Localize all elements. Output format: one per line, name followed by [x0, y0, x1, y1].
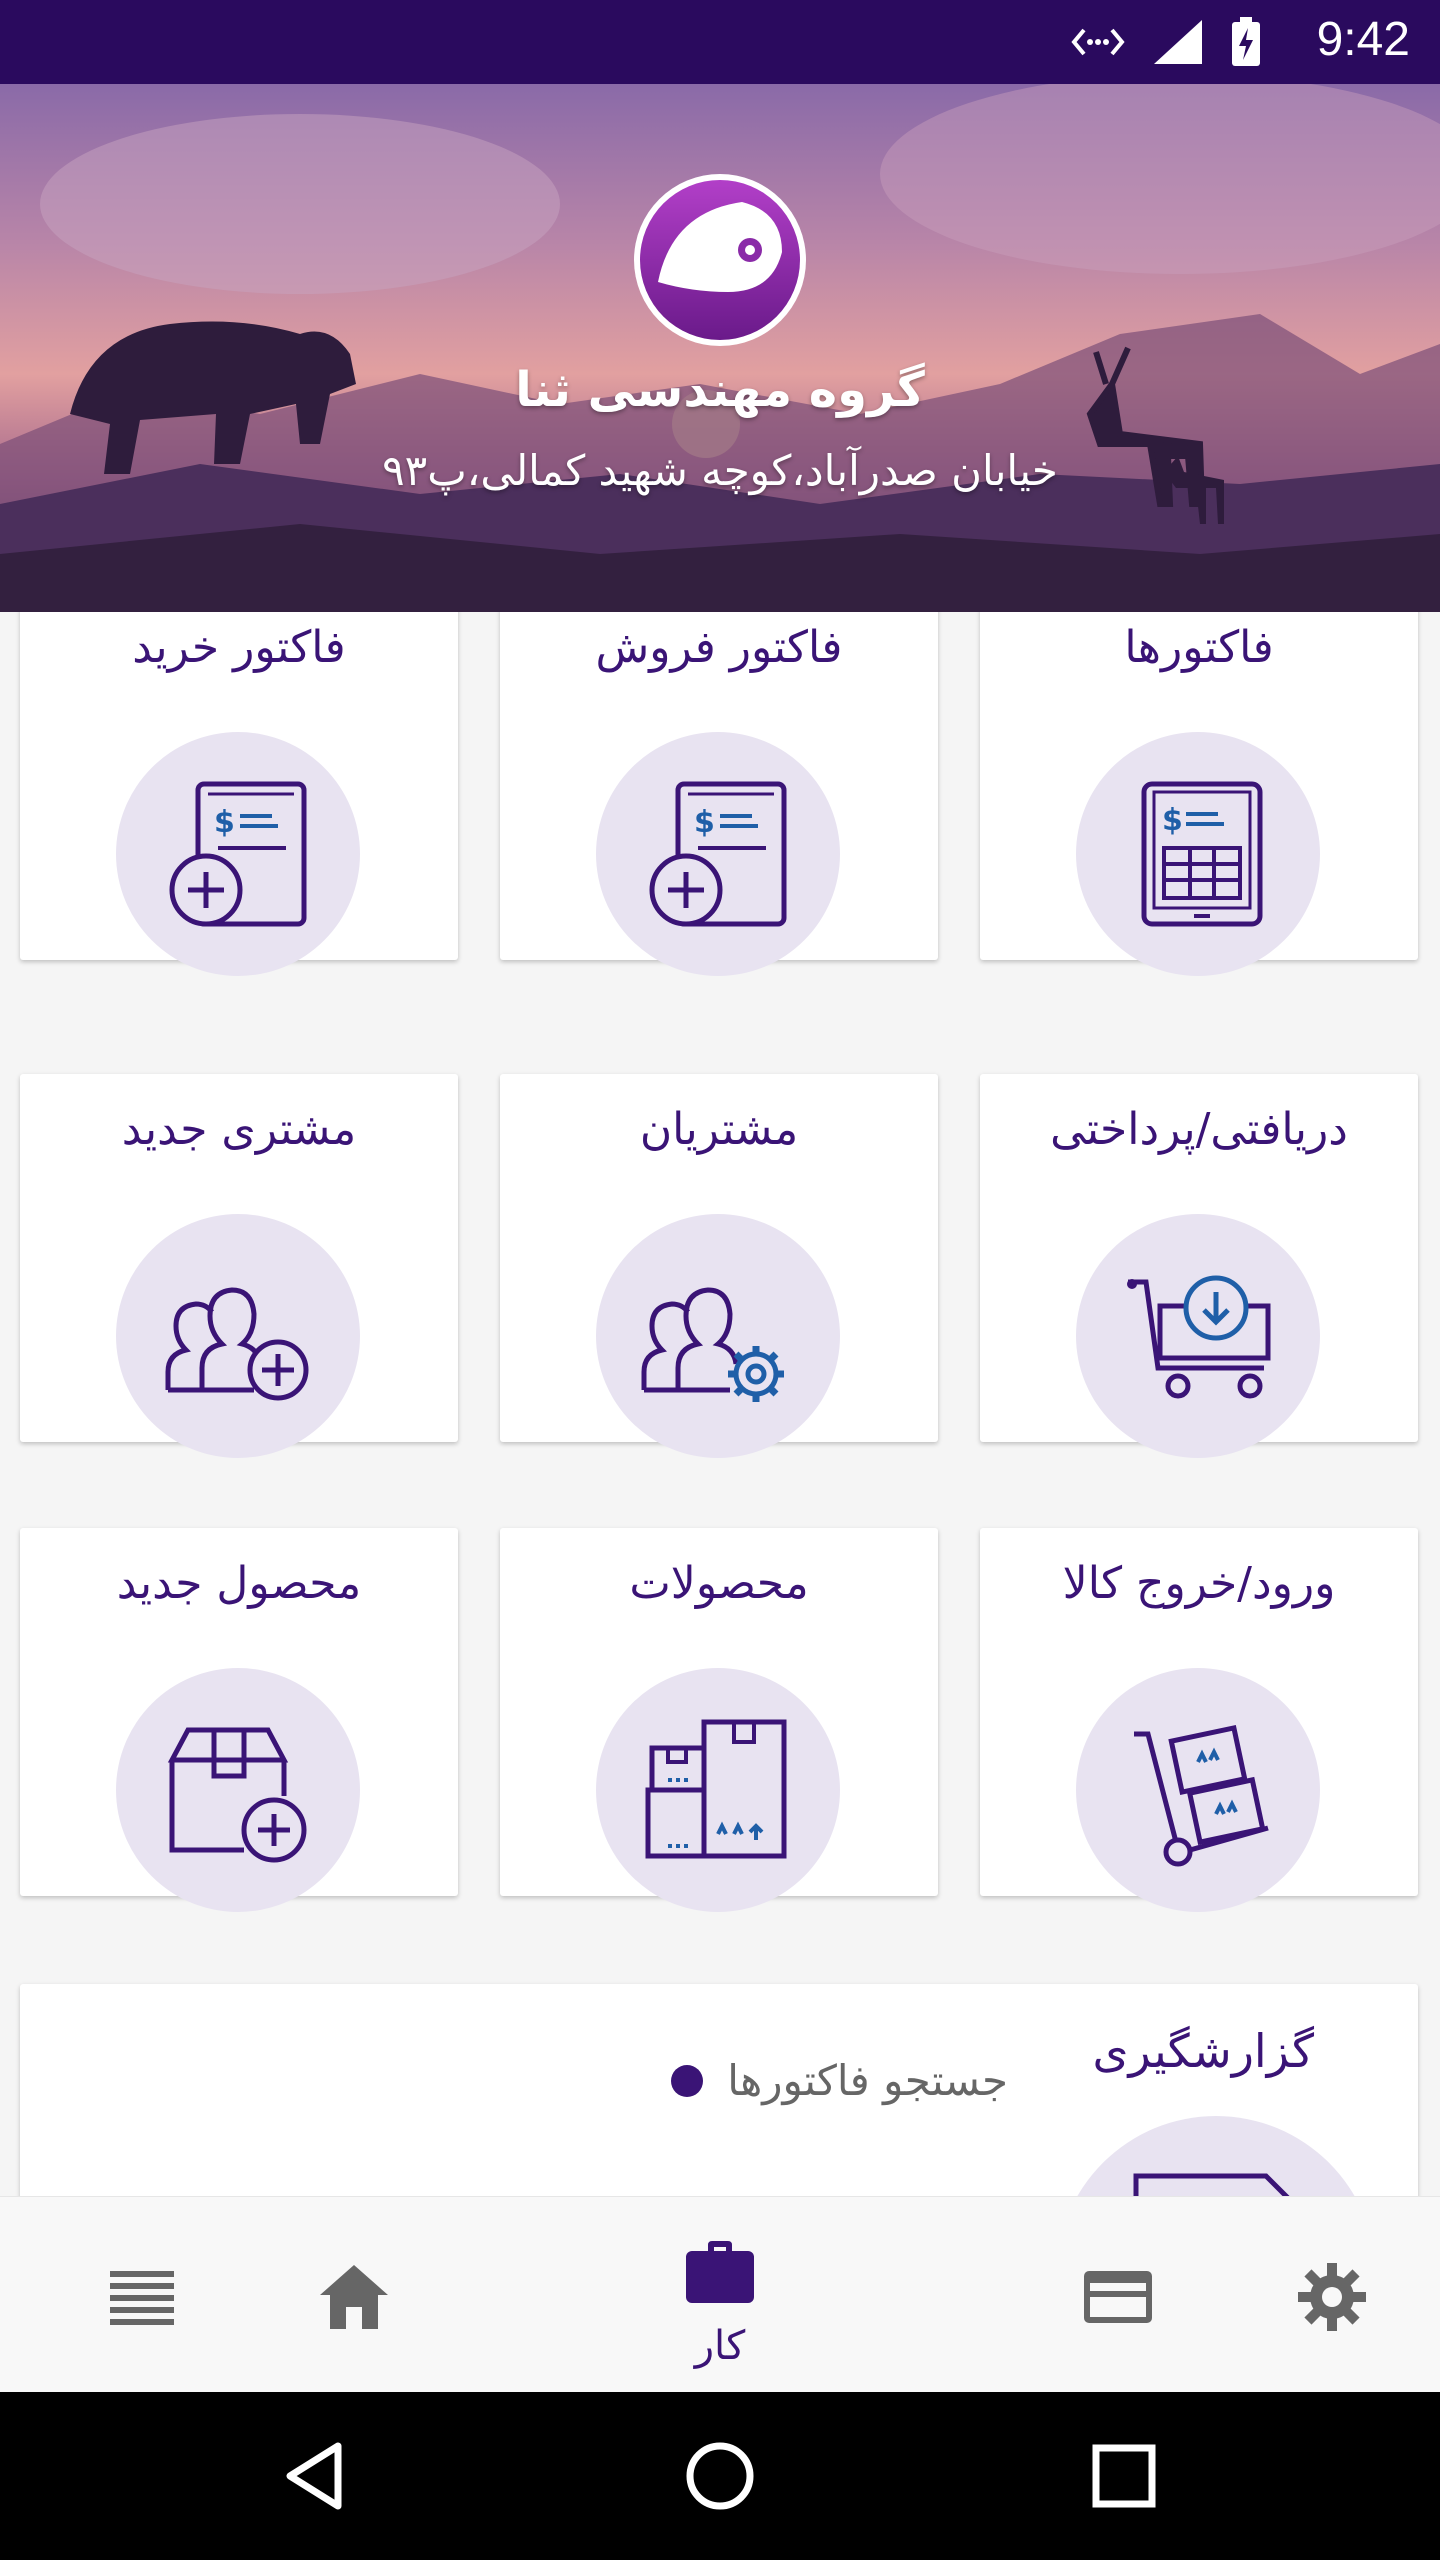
recents-button[interactable]: [1076, 2428, 1172, 2524]
bottom-navigation: کار: [0, 2196, 1440, 2393]
list-icon: [110, 2271, 174, 2325]
nav-work[interactable]: کار: [620, 2197, 820, 2393]
card-label: ورود/خروج کالا: [1062, 1558, 1336, 1609]
card-purchase-invoice[interactable]: فاکتور خرید $: [20, 612, 458, 976]
battery-icon: [1230, 16, 1262, 68]
nav-work-label: کار: [694, 2323, 746, 2369]
nav-settings[interactable]: [1232, 2197, 1432, 2393]
back-button[interactable]: [268, 2428, 364, 2524]
search-invoices-label: جستجو فاکتورها: [727, 2056, 1008, 2105]
status-time: 9:42: [1316, 13, 1410, 66]
card-icon: [1084, 2271, 1152, 2323]
card-label: محصولات: [629, 1558, 809, 1609]
card-goods-in-out[interactable]: ورود/خروج کالا: [980, 1528, 1418, 1912]
card-label: فاکتورها: [1124, 622, 1274, 673]
products-boxes-icon: [596, 1668, 840, 1912]
reports-title: گزارشگیری: [1092, 2024, 1315, 2078]
card-label: فاکتور خرید: [132, 622, 346, 673]
profile-header: گروه مهندسی ثنا خیابان صدرآباد،کوچه شهید…: [0, 84, 1440, 612]
nav-list[interactable]: [42, 2197, 242, 2393]
card-label: محصول جدید: [116, 1558, 362, 1609]
svg-text:$: $: [694, 805, 715, 840]
add-product-icon: [116, 1668, 360, 1912]
svg-text:$: $: [214, 805, 235, 840]
card-customers[interactable]: مشتریان: [500, 1074, 938, 1458]
company-address: خیابان صدرآباد،کوچه شهید کمالی،پ۹۳: [382, 446, 1058, 495]
status-bar: 9:42: [0, 0, 1440, 84]
nav-home[interactable]: [254, 2197, 454, 2393]
company-logo: [632, 172, 808, 348]
card-label: فاکتور فروش: [595, 622, 843, 673]
home-circle-icon: [686, 2442, 754, 2510]
card-invoices[interactable]: فاکتورها $: [980, 612, 1418, 976]
card-reports[interactable]: گزارشگیری جستجو فاکتورها: [20, 1984, 1418, 2196]
hand-truck-icon: [1076, 1668, 1320, 1912]
add-invoice-icon: $: [596, 732, 840, 976]
home-icon: [320, 2265, 388, 2329]
signal-icon: [1152, 16, 1204, 68]
card-new-product[interactable]: محصول جدید: [20, 1528, 458, 1912]
back-triangle-icon: [286, 2442, 342, 2510]
company-name: گروه مهندسی ثنا: [515, 362, 925, 418]
dashboard-content[interactable]: فاکتورها $ فاکتور فروش $ فاکتور خرید $ د…: [0, 612, 1440, 2196]
card-products[interactable]: محصولات: [500, 1528, 938, 1912]
settings-icon: [1298, 2263, 1366, 2331]
card-sales-invoice[interactable]: فاکتور فروش $: [500, 612, 938, 976]
home-system-button[interactable]: [672, 2428, 768, 2524]
invoices-icon: $: [1076, 732, 1320, 976]
nav-card[interactable]: [1018, 2197, 1218, 2393]
recents-square-icon: [1092, 2444, 1156, 2508]
reports-icon: [1056, 2116, 1376, 2196]
card-receipts-payments[interactable]: دریافتی/پرداختی: [980, 1074, 1418, 1458]
card-new-customer[interactable]: مشتری جدید: [20, 1074, 458, 1458]
add-invoice-icon: $: [116, 732, 360, 976]
bullet-icon: [671, 2064, 704, 2097]
add-customer-icon: [116, 1214, 360, 1458]
data-sync-icon: [1070, 16, 1126, 68]
system-navigation-bar: [0, 2392, 1440, 2560]
status-icons: [1070, 16, 1262, 68]
svg-text:$: $: [1162, 803, 1183, 838]
briefcase-icon: [686, 2241, 754, 2303]
card-label: مشتریان: [639, 1104, 799, 1155]
cart-download-icon: [1076, 1214, 1320, 1458]
customers-settings-icon: [596, 1214, 840, 1458]
card-label: مشتری جدید: [121, 1104, 357, 1155]
card-label: دریافتی/پرداختی: [1050, 1104, 1348, 1155]
search-invoices-link[interactable]: جستجو فاکتورها: [671, 2056, 1008, 2105]
